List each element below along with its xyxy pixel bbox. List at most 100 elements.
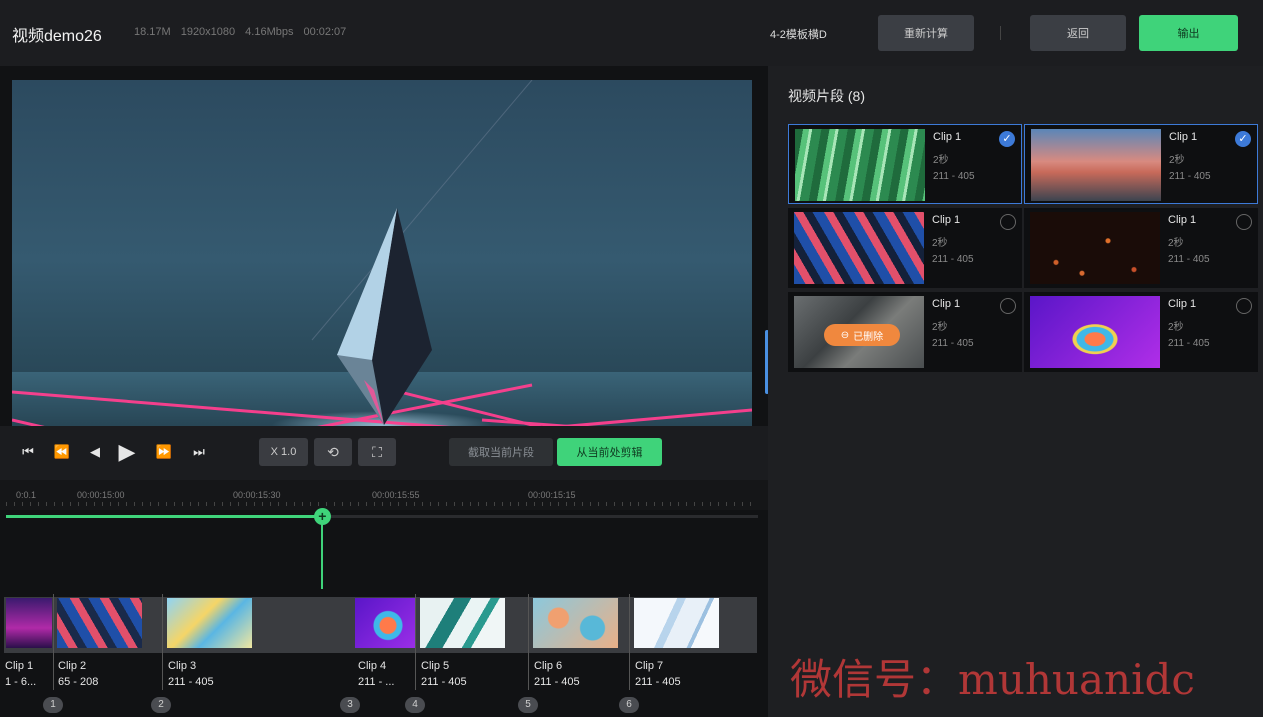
duration: 00:02:07 [303, 26, 347, 38]
template-label: 4-2模板横D [770, 29, 827, 41]
unchecked-icon[interactable] [1000, 214, 1016, 230]
unchecked-icon[interactable] [1000, 298, 1016, 314]
timeline-clip-label: Clip 6 211 - 405 [534, 660, 580, 688]
time-ruler[interactable]: 0:0.1 00:00:15:00 00:00:15:30 00:00:15:5… [0, 480, 768, 510]
minus-circle-icon: ⊖ [840, 329, 850, 341]
export-button[interactable]: 输出 [1139, 15, 1238, 51]
timeline-clip-label: Clip 11 - 6... [5, 660, 37, 688]
fullscreen-icon[interactable]: ⛶ [358, 438, 396, 466]
timeline-clip-label: Clip 5 211 - 405 [421, 660, 467, 688]
clips-panel: 视频片段 (8) Clip 1 2秒 211 - 405 ✓ Clip 1 2秒… [768, 66, 1263, 717]
recompute-button[interactable]: 重新计算 [878, 15, 974, 51]
ruler-tick-label: 00:00:15:15 [528, 490, 576, 500]
clip-range: 211 - 405 [932, 254, 974, 265]
play-icon[interactable]: ▶ [115, 439, 139, 464]
clip-name: Clip 1 [932, 214, 961, 226]
file-size: 18.17M [134, 26, 171, 38]
clip-range: 211 - 405 [1168, 254, 1210, 265]
step-back-icon[interactable]: ◀ [83, 440, 107, 464]
clip-card[interactable]: Clip 1 2秒 211 - 405 [1024, 292, 1258, 372]
top-bar: 视频demo26 18.17M 1920x1080 4.16Mbps 00:02… [0, 0, 1263, 66]
clip-marker[interactable]: 1 [43, 697, 63, 713]
split-clip-button[interactable]: 截取当前片段 [449, 438, 553, 466]
check-icon[interactable]: ✓ [1235, 131, 1251, 147]
clip-separator [53, 594, 54, 690]
clip-separator [629, 594, 630, 690]
resolution: 1920x1080 [180, 26, 236, 38]
timeline-clip-thumbnail[interactable] [420, 598, 505, 648]
ruler-tick-label: 00:00:15:00 [77, 490, 125, 500]
timeline-clip-thumbnail[interactable] [634, 598, 719, 648]
video-preview[interactable] [12, 80, 752, 480]
clip-card[interactable]: ⊖ 已删除 Clip 1 2秒 211 - 405 [788, 292, 1022, 372]
loop-icon[interactable]: ⟲ [314, 438, 352, 466]
timeline-clip-label: Clip 7 211 - 405 [635, 660, 681, 688]
previous-frame-icon[interactable]: ⏪ [50, 440, 74, 464]
ruler-tick-label: 00:00:15:55 [372, 490, 420, 500]
player-controls: ⏮ ⏪ ◀ ▶ ⏩ ⏭ X 1.0 ⟲ ⛶ 截取当前片段 从当前处剪辑 [0, 426, 768, 480]
ruler-tick-label: 0:0.1 [16, 490, 37, 500]
clip-duration: 2秒 [1168, 238, 1184, 249]
timeline-clip-label: Clip 3 211 - 405 [168, 660, 214, 688]
clip-thumbnail: ⊖ 已删除 [794, 296, 924, 368]
cut-from-here-button[interactable]: 从当前处剪辑 [557, 438, 662, 466]
clip-name: Clip 1 [932, 298, 961, 310]
clip-marker[interactable]: 5 [518, 697, 538, 713]
clip-duration: 2秒 [932, 322, 948, 333]
timeline-clip-thumbnail[interactable] [57, 598, 142, 648]
clip-card[interactable]: Clip 1 2秒 211 - 405 ✓ [1024, 124, 1258, 204]
back-button[interactable]: 返回 [1030, 15, 1126, 51]
clip-separator [415, 594, 416, 690]
deleted-badge[interactable]: ⊖ 已删除 [824, 324, 900, 346]
clip-duration: 2秒 [1169, 155, 1185, 166]
clip-name: Clip 1 [933, 131, 962, 143]
video-title: 视频demo26 [12, 28, 102, 45]
ruler-tick-label: 00:00:15:30 [233, 490, 281, 500]
watermark-text: 微信号：muhuanidc [790, 655, 1195, 704]
unchecked-icon[interactable] [1236, 298, 1252, 314]
progress-fill [6, 515, 322, 518]
clip-duration: 2秒 [932, 238, 948, 249]
clip-separator [162, 594, 163, 690]
clip-marker[interactable]: 3 [340, 697, 360, 713]
skip-to-start-icon[interactable]: ⏮ [16, 440, 40, 464]
clip-name: Clip 1 [1168, 214, 1197, 226]
clip-card[interactable]: Clip 1 2秒 211 - 405 [788, 208, 1022, 288]
deleted-label: 已删除 [853, 331, 884, 343]
clip-thumbnail [795, 129, 925, 201]
playhead-line [320, 524, 323, 589]
clip-thumbnail [1030, 296, 1160, 368]
clip-name: Clip 1 [1168, 298, 1197, 310]
clip-thumbnail [1031, 129, 1161, 201]
ruler-scale [6, 502, 758, 506]
unchecked-icon[interactable] [1236, 214, 1252, 230]
clip-name: Clip 1 [1169, 131, 1198, 143]
clip-duration: 2秒 [933, 155, 949, 166]
timeline-clip-label: Clip 4 211 - ... [358, 660, 395, 688]
timeline-clip-label: Clip 2 65 - 208 [58, 660, 99, 688]
clip-timeline: Clip 11 - 6... Clip 2 65 - 208 Clip 3 211 … [0, 594, 768, 717]
clip-separator [528, 594, 529, 690]
timeline-clip-thumbnail[interactable] [6, 598, 52, 648]
playback-speed-button[interactable]: X 1.0 [259, 438, 308, 466]
clip-range: 211 - 405 [1169, 171, 1211, 182]
bitrate: 4.16Mbps [245, 26, 294, 38]
clip-marker[interactable]: 4 [405, 697, 425, 713]
clip-range: 211 - 405 [933, 171, 975, 182]
next-frame-icon[interactable]: ⏩ [152, 440, 176, 464]
clip-marker[interactable]: 2 [151, 697, 171, 713]
clip-card[interactable]: Clip 1 2秒 211 - 405 [1024, 208, 1258, 288]
preview-frame-image [12, 80, 752, 480]
clip-marker[interactable]: 6 [619, 697, 639, 713]
playhead-handle[interactable]: + [313, 508, 331, 525]
check-icon[interactable]: ✓ [999, 131, 1015, 147]
timeline-clip-thumbnail[interactable] [355, 598, 415, 648]
skip-to-end-icon[interactable]: ⏭ [187, 440, 211, 464]
clip-thumbnail [1030, 212, 1160, 284]
clip-card[interactable]: Clip 1 2秒 211 - 405 ✓ [788, 124, 1022, 204]
timeline-clip-thumbnail[interactable] [167, 598, 252, 648]
file-meta: 18.17M 1920x1080 4.16Mbps 00:02:07 [134, 26, 346, 38]
clip-duration: 2秒 [1168, 322, 1184, 333]
timeline-clip-thumbnail[interactable] [533, 598, 618, 648]
clips-panel-title: 视频片段 (8) [788, 88, 865, 104]
